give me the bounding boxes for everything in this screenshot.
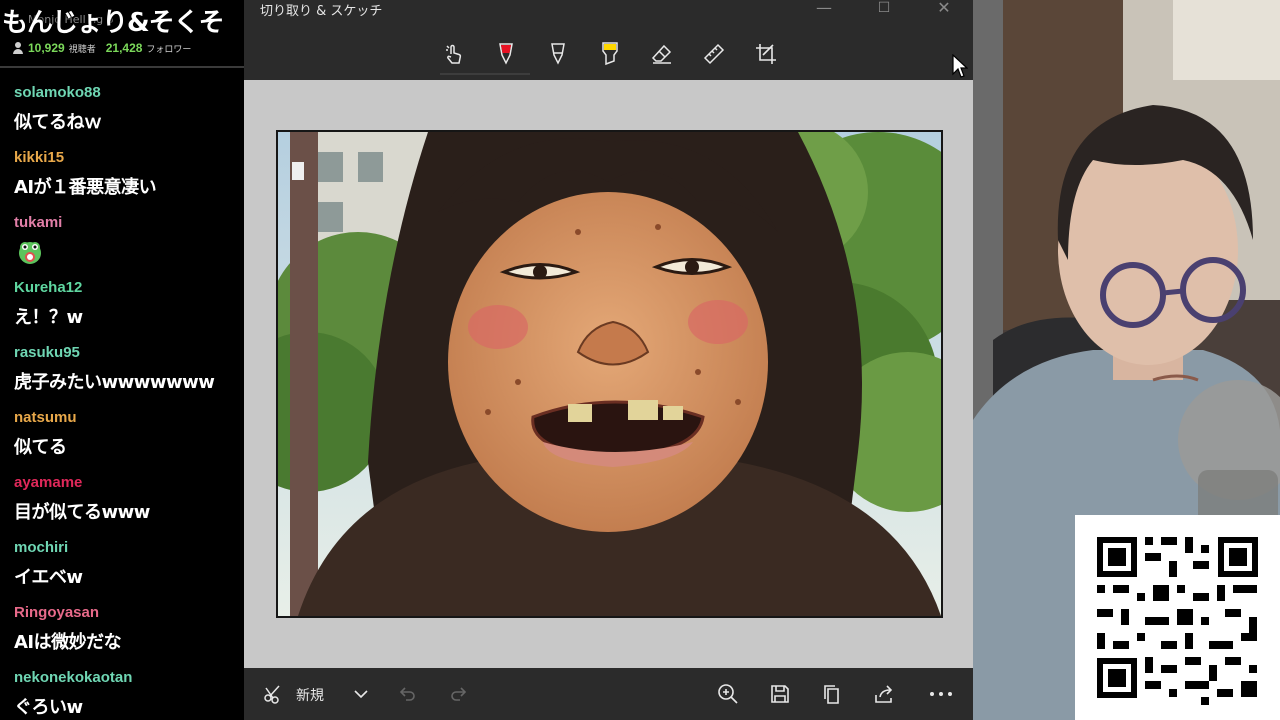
chat-message: nekonekokaotan ぐろいw [14, 669, 242, 720]
minimize-button[interactable]: — [809, 0, 839, 18]
mouse-cursor-icon [952, 54, 968, 78]
app-title: 切り取り & スケッチ [260, 4, 383, 19]
chat-message: tukami [14, 214, 242, 279]
chat-username[interactable]: Ringoyasan [14, 604, 99, 621]
share-icon[interactable] [870, 680, 898, 708]
touch-writing-icon[interactable] [440, 40, 468, 68]
viewers-label: 視聴者 [68, 44, 96, 55]
chat-message: Kureha12 え！？w [14, 279, 242, 344]
chat-messages: solamoko88 似てるねｗ kikki15 AIが１番悪意凄い tukam… [14, 84, 242, 720]
chat-text: え！？w [14, 307, 83, 328]
snip-sketch-window: 切り取り & スケッチ — ☐ ✕ 新規 [244, 0, 973, 720]
qr-code [1075, 515, 1280, 720]
chat-username[interactable]: mochiri [14, 539, 68, 556]
chat-text: AIは微妙だな [14, 632, 122, 653]
copy-icon[interactable] [818, 680, 846, 708]
new-snip-button[interactable]: 新規 [296, 685, 324, 705]
canvas-area[interactable] [244, 80, 973, 668]
chat-message: solamoko88 似てるねｗ [14, 84, 242, 149]
chat-text: ぐろいw [14, 697, 83, 718]
stream-title: もんじょり&そくそ [2, 8, 225, 38]
viewers-icon [12, 42, 24, 54]
chat-username[interactable]: tukami [14, 214, 62, 231]
viewers-count: 10,929 [28, 41, 65, 55]
chat-username[interactable]: nekonekokaotan [14, 669, 132, 686]
chat-message: mochiri イエベw [14, 539, 242, 604]
chat-message: ayamame 目が似てるwww [14, 474, 242, 539]
chat-text: AIが１番悪意凄い [14, 177, 157, 198]
chat-message: rasuku95 虎子みたいwwwwwww [14, 344, 242, 409]
maximize-button[interactable]: ☐ [869, 0, 899, 18]
chat-username[interactable]: kikki15 [14, 149, 64, 166]
zoom-icon[interactable] [714, 680, 742, 708]
new-snip-icon[interactable] [258, 680, 288, 708]
chat-text: イエベw [14, 567, 83, 588]
ruler-icon[interactable] [700, 40, 728, 68]
chat-username[interactable]: ayamame [14, 474, 82, 491]
chat-text: 虎子みたいwwwwwww [14, 372, 215, 393]
bottom-bar: 新規 [244, 668, 973, 720]
chat-panel: Monjo Hell ng 6 もんじょり&そくそ 10,929 視聴者 21,… [0, 0, 244, 720]
redo-icon[interactable] [446, 680, 472, 708]
chat-message: kikki15 AIが１番悪意凄い [14, 149, 242, 214]
pencil-icon[interactable] [544, 40, 572, 68]
snipped-image[interactable] [276, 130, 943, 618]
chat-text: 似てるねｗ [14, 112, 102, 133]
chat-text: 目が似てるwww [14, 502, 150, 523]
frog-emote-icon [19, 242, 41, 264]
save-icon[interactable] [766, 680, 794, 708]
stream-stats: 10,929 視聴者 21,428 フォロワー [12, 40, 197, 56]
chat-username[interactable]: natsumu [14, 409, 77, 426]
title-bar[interactable]: 切り取り & スケッチ — ☐ ✕ [244, 0, 973, 30]
chat-username[interactable]: solamoko88 [14, 84, 101, 101]
tool-selection-indicator [440, 73, 530, 75]
followers-count: 21,428 [105, 41, 143, 55]
highlighter-icon[interactable] [596, 40, 624, 68]
crop-icon[interactable] [752, 40, 780, 68]
stream-header: Monjo Hell ng 6 もんじょり&そくそ 10,929 視聴者 21,… [0, 0, 244, 68]
chevron-down-icon[interactable] [348, 680, 374, 708]
more-icon[interactable] [926, 680, 956, 708]
undo-icon[interactable] [394, 680, 420, 708]
ballpoint-pen-icon[interactable] [492, 40, 520, 68]
chat-username[interactable]: rasuku95 [14, 344, 80, 361]
followers-label: フォロワー [146, 44, 192, 55]
toolbar [244, 30, 973, 80]
chat-text: 似てる [14, 437, 67, 458]
eraser-icon[interactable] [648, 40, 676, 68]
chat-message: natsumu 似てる [14, 409, 242, 474]
close-button[interactable]: ✕ [929, 0, 959, 18]
chat-message: Ringoyasan AIは微妙だな [14, 604, 242, 669]
chat-username[interactable]: Kureha12 [14, 279, 82, 296]
